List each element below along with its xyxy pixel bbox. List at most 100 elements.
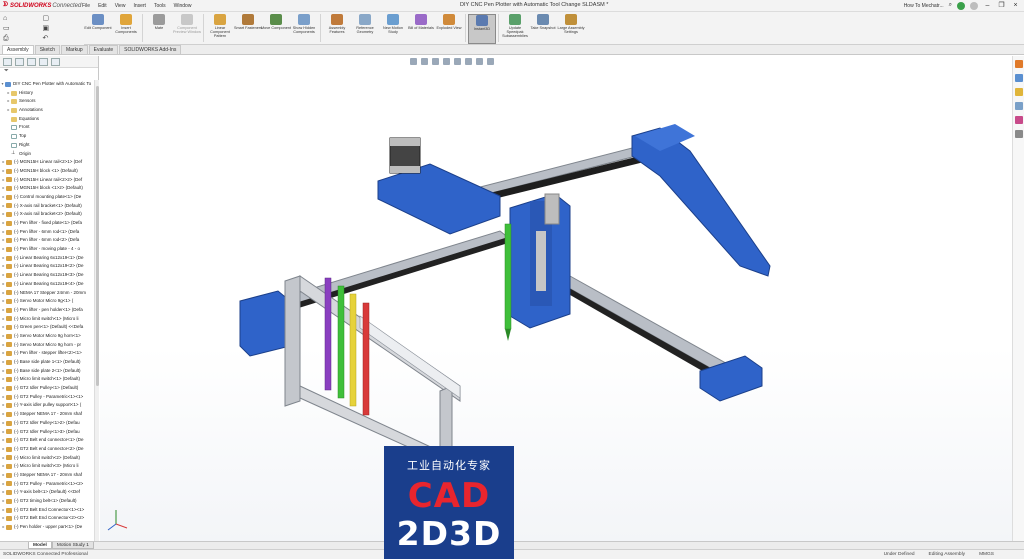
tab-markup[interactable]: Markup [60, 45, 88, 54]
mate-button[interactable]: Mate [145, 14, 173, 44]
tree-item[interactable]: ▸ (-) GT2 Belt end connector<2> (De [0, 445, 94, 454]
open-icon[interactable]: ▭ [3, 24, 42, 33]
tree-item[interactable]: ▸ (-) Base side plate 2<1> (Default) [0, 367, 94, 376]
new-motion-study-button[interactable]: New Motion Study [379, 14, 407, 44]
show-hidden-components-button[interactable]: Show Hidden Components [290, 14, 318, 44]
tree-item[interactable]: ▸ Annotations [0, 106, 94, 115]
close-icon[interactable]: × [1011, 1, 1020, 10]
solidworks-logo[interactable]: ᗫ SOLIDWORKS Connected [0, 0, 81, 12]
home-icon[interactable]: ⌂ [3, 14, 42, 23]
tree-item[interactable]: ▸ (-) NEMA 17 Stepper 24mm - 20mm [0, 289, 94, 298]
tree-item[interactable]: ▸ (-) Pen lifter - fixed plate<1> (Defa [0, 219, 94, 228]
tree-item[interactable]: ▸ (-) GT2 Belt End Connector<2><2> [0, 514, 94, 523]
tree-item[interactable]: ▸ (-) GT2 Belt End Connector<1><1> [0, 506, 94, 515]
zoom-area-icon[interactable] [421, 58, 428, 65]
tree-item[interactable]: ▸ (-) Pen lifter - 6mm rod<2> (Defa [0, 236, 94, 245]
reference-geometry-button[interactable]: Reference Geometry [351, 14, 379, 44]
status-units[interactable]: MMGS [979, 552, 994, 557]
view-orientation-icon[interactable] [454, 58, 461, 65]
view-palette-icon[interactable] [1015, 102, 1023, 110]
tree-item[interactable]: ▸ (-) Linear Bearing 6x12x19<4> (De [0, 280, 94, 289]
tree-item[interactable]: ▸ (-) Pen holder - upper part<1> (De [0, 523, 94, 532]
update-speedpak-subassemblies-button[interactable]: Update Speedpak Subassemblies [501, 14, 529, 44]
tab-assembly[interactable]: Assembly [2, 45, 34, 54]
property-manager-tab-icon[interactable] [15, 57, 24, 66]
undo-icon[interactable]: ↶ [43, 34, 82, 43]
tree-item[interactable]: ▸ (-) Servo Motor Micro 9g<1> ( [0, 297, 94, 306]
exploded-view-button[interactable]: Exploded View [435, 14, 463, 44]
bill-of-materials-button[interactable]: Bill of Materials [407, 14, 435, 44]
save-icon[interactable]: ▣ [43, 24, 82, 33]
file-explorer-icon[interactable] [1015, 88, 1023, 96]
tree-item[interactable]: ▸ (-) Linear Bearing 6x12x19<1> (De [0, 254, 94, 263]
new-document-icon[interactable]: ▢ [43, 14, 82, 23]
edit-component-button[interactable]: Edit Component [84, 14, 112, 44]
hide-show-items-icon[interactable] [476, 58, 483, 65]
edit-appearance-icon[interactable] [487, 58, 494, 65]
tree-item[interactable]: ▸ (-) Servo Motor Micro 9g horn<1> [0, 332, 94, 341]
menu-edit[interactable]: Edit [98, 3, 107, 9]
tree-item[interactable]: ▸ (-) GT2 timing belt<1> (Default) [0, 497, 94, 506]
tree-item[interactable]: ▸ (-) Servo Motor Micro 9g horn - pr [0, 341, 94, 350]
instant3d-button[interactable]: Instant3D [468, 14, 496, 44]
search-commands[interactable]: How To Mechatr... [904, 3, 944, 9]
tree-item[interactable]: ▸ (-) MGN15H Linear rail<2>2> (Def [0, 176, 94, 185]
menu-window[interactable]: Window [174, 3, 192, 9]
tab-solidworks-add-ins[interactable]: SOLIDWORKS Add-Ins [119, 45, 182, 54]
tree-item[interactable]: ▸ Sensors [0, 97, 94, 106]
tree-item[interactable]: ▸ (-) Y-axis idler pulley support<1> ( [0, 401, 94, 410]
tab-model[interactable]: Model [28, 542, 52, 549]
tree-item[interactable]: ▸ (-) Pen lifter - 6mm rod<1> (Defa [0, 228, 94, 237]
menu-view[interactable]: View [115, 3, 126, 9]
tree-item[interactable]: ▸ (-) Stepper NEMA 17 - 20mm shaf [0, 410, 94, 419]
filter-icon[interactable]: ⏷ [0, 68, 98, 78]
tree-item[interactable]: ▸ (-) GT2 Idler Pulley<1> (Default) [0, 384, 94, 393]
restore-icon[interactable]: ❐ [997, 1, 1006, 10]
menu-insert[interactable]: Insert [133, 3, 146, 9]
take-snapshot-button[interactable]: Take Snapshot [529, 14, 557, 44]
tree-item[interactable]: Right [0, 141, 94, 150]
tree-item[interactable]: ▸ (-) MGN15H Linear rail<2>1> (Def [0, 158, 94, 167]
previous-view-icon[interactable] [432, 58, 439, 65]
tab-sketch[interactable]: Sketch [34, 45, 60, 54]
tree-item[interactable]: ⊥ Origin [0, 150, 94, 159]
user-avatar-icon[interactable] [957, 1, 965, 10]
tree-item[interactable]: ▸ (-) Pen lifter - stepper lifter<2><1> [0, 349, 94, 358]
tree-item[interactable]: ▸ (-) Micro limit switch<1> (Micro li [0, 315, 94, 324]
tree-item[interactable]: ▸ (-) GT2 Belt end connector<1> (De [0, 436, 94, 445]
tree-item[interactable]: ▸ (-) Control mounting plate<1> (De [0, 193, 94, 202]
tree-item[interactable]: Front [0, 123, 94, 132]
tree-item[interactable]: ▸ History [0, 89, 94, 98]
graphics-area[interactable] [100, 56, 1012, 541]
linear-component-pattern-button[interactable]: Linear Component Pattern [206, 14, 234, 44]
large-assembly-settings-button[interactable]: Large Assembly Settings [557, 14, 585, 44]
display-manager-tab-icon[interactable] [51, 57, 60, 66]
feature-tree-scrollbar[interactable] [94, 80, 99, 541]
print-icon[interactable]: ⎙ [3, 34, 42, 43]
tree-item[interactable]: ▸ (-) GT2 Pulley - Parametric<1><1> [0, 393, 94, 402]
help-icon[interactable] [970, 1, 978, 10]
move-component-button[interactable]: Move Component [261, 14, 291, 44]
design-library-icon[interactable] [1015, 74, 1023, 82]
component-preview-window-button[interactable]: Component Preview Window [173, 14, 201, 44]
tree-item[interactable]: ▸ (-) Green pen<1> (Default) <<Defa [0, 323, 94, 332]
assembly-features-button[interactable]: Assembly Features [323, 14, 351, 44]
tree-item[interactable]: ▸ (-) GT2 Idler Pulley<1>2> (Defau [0, 419, 94, 428]
appearances-icon[interactable] [1015, 116, 1023, 124]
dimxpert-tab-icon[interactable] [39, 57, 48, 66]
tree-item[interactable]: ▸ (-) Base side plate 1<1> (Default) [0, 358, 94, 367]
custom-properties-icon[interactable] [1015, 130, 1023, 138]
tree-item[interactable]: ▸ (-) GT2 Pulley - Parametric<1><2> [0, 480, 94, 489]
feature-tree-tab-icon[interactable] [3, 57, 12, 66]
scrollbar-thumb[interactable] [96, 86, 99, 386]
smart-fasteners-button[interactable]: Smart Fasteners [234, 14, 262, 44]
tab-evaluate[interactable]: Evaluate [88, 45, 119, 54]
tree-item[interactable]: ▸ (-) Y-axis belt<1> (Default) <<Def [0, 488, 94, 497]
solidworks-resources-icon[interactable] [1015, 60, 1023, 68]
tree-root[interactable]: ▾ DIY CNC Pen Plotter with Automatic To [0, 80, 94, 89]
search-icon[interactable]: ⌕ [949, 2, 952, 9]
insert-components-button[interactable]: Insert Components [112, 14, 140, 44]
tree-item[interactable]: ▸ (-) Stepper NEMA 17 - 20mm shaf [0, 471, 94, 480]
menu-file[interactable]: File [82, 3, 90, 9]
tree-item[interactable]: Equations [0, 115, 94, 124]
